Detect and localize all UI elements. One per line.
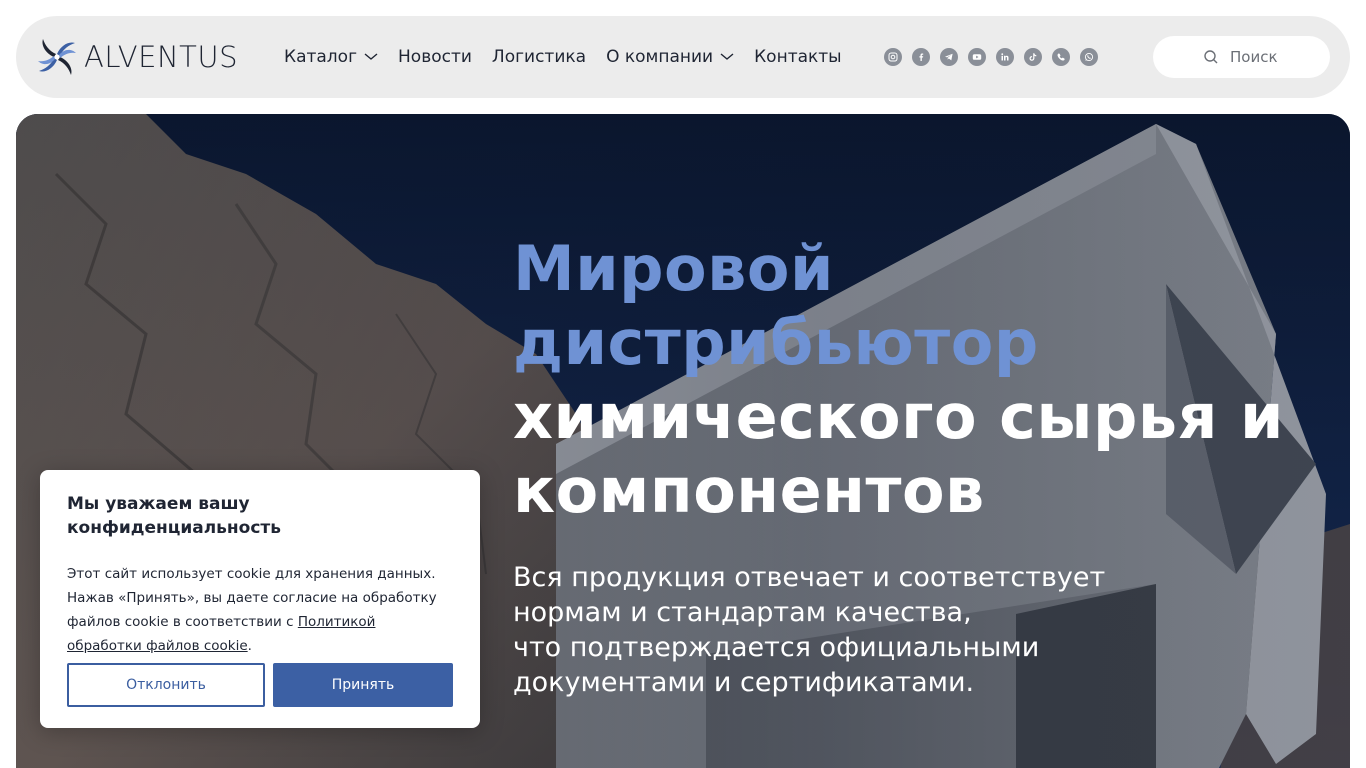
- hero-subtitle-line: нормам и стандартам качества,: [513, 597, 972, 628]
- tiktok-icon[interactable]: [1024, 48, 1042, 66]
- decline-button[interactable]: Отклонить: [67, 663, 265, 707]
- nav-item-about[interactable]: О компании: [606, 47, 734, 67]
- hero-subtitle-line: что подтверждается официальными: [513, 632, 1040, 663]
- search-input[interactable]: [1230, 48, 1320, 66]
- search-icon: [1204, 50, 1218, 64]
- nav-item-news[interactable]: Новости: [398, 47, 472, 67]
- accept-button[interactable]: Принять: [273, 663, 453, 707]
- cookie-text-body: Этот сайт использует cookie для хранения…: [67, 566, 437, 630]
- chevron-down-icon: [720, 53, 734, 60]
- nav-item-catalog[interactable]: Каталог: [284, 47, 378, 67]
- nav-item-label: О компании: [606, 47, 714, 67]
- nav-item-label: Каталог: [284, 47, 358, 67]
- instagram-icon[interactable]: [884, 48, 902, 66]
- nav-item-label: Логистика: [491, 47, 587, 67]
- site-header: ALVENTUS Каталог Новости Логистика О ком…: [16, 16, 1350, 98]
- telegram-icon[interactable]: [940, 48, 958, 66]
- cookie-text: Этот сайт использует cookie для хранения…: [67, 562, 453, 658]
- logo[interactable]: ALVENTUS: [36, 36, 238, 78]
- nav-item-label: Контакты: [754, 47, 842, 67]
- hero-subtitle-line: Вся продукция отвечает и соответствует: [513, 562, 1106, 593]
- cookie-consent-dialog: Мы уважаем вашу конфиденциальность Этот …: [40, 470, 480, 728]
- social-links: [884, 48, 1108, 66]
- search-box[interactable]: [1153, 36, 1330, 78]
- youtube-icon[interactable]: [968, 48, 986, 66]
- logo-text: ALVENTUS: [84, 40, 239, 74]
- viber-icon[interactable]: [1052, 48, 1070, 66]
- hero-title-line: химического сырья и: [513, 380, 1284, 453]
- hero-subtitle-line: документами и сертификатами.: [513, 667, 975, 698]
- page: ALVENTUS Каталог Новости Логистика О ком…: [0, 0, 1366, 768]
- cookie-title: Мы уважаем вашу конфиденциальность: [67, 494, 282, 538]
- linkedin-icon[interactable]: [996, 48, 1014, 66]
- chevron-down-icon: [364, 53, 378, 60]
- hero-title: Мировой дистрибьютор химического сырья и…: [513, 232, 1293, 528]
- main-nav: Каталог Новости Логистика О компании Кон…: [284, 16, 862, 98]
- nav-item-contacts[interactable]: Контакты: [754, 47, 842, 67]
- hero-title-accent-line: Мировой: [513, 232, 834, 305]
- hero-title-accent-line: дистрибьютор: [513, 306, 1039, 379]
- cookie-text-end: .: [247, 638, 252, 654]
- whatsapp-icon[interactable]: [1080, 48, 1098, 66]
- hero-subtitle: Вся продукция отвечает и соответствует н…: [513, 560, 1213, 700]
- cookie-buttons: Отклонить Принять: [67, 663, 453, 707]
- facebook-icon[interactable]: [912, 48, 930, 66]
- nav-item-logistics[interactable]: Логистика: [492, 47, 586, 67]
- hero-title-line: компонентов: [513, 454, 985, 527]
- nav-item-label: Новости: [398, 47, 472, 67]
- logo-mark-icon: [38, 39, 76, 75]
